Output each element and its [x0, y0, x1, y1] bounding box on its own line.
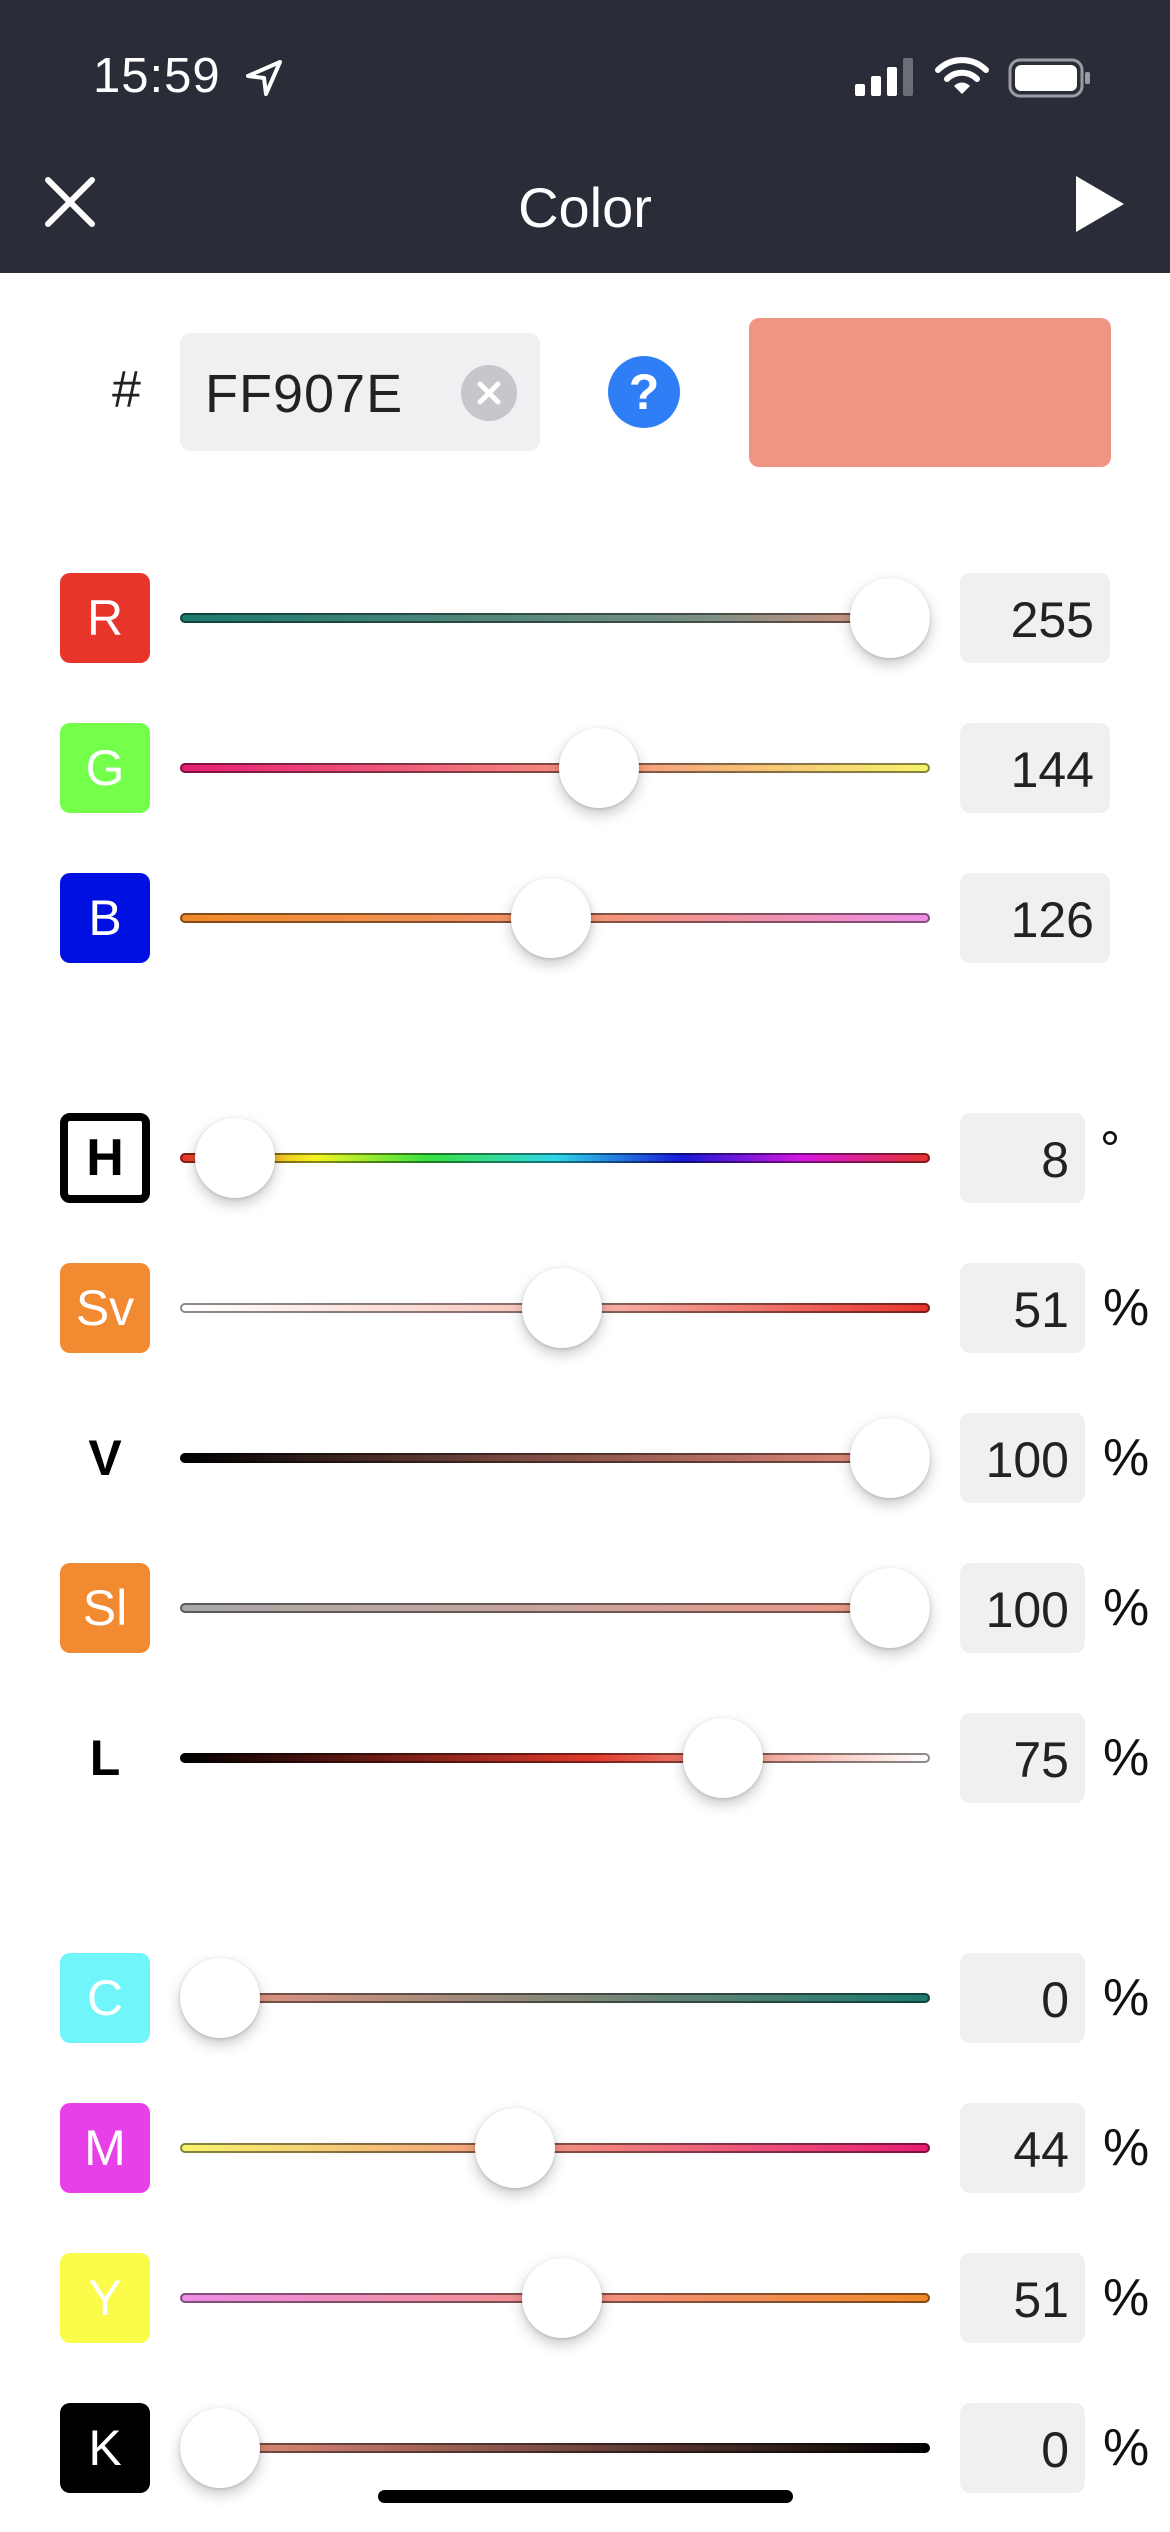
slider-track-sl[interactable] — [180, 1603, 930, 1613]
value-text-l[interactable]: 75 — [1013, 1731, 1069, 1789]
channel-badge-g: G — [60, 723, 150, 813]
value-text-v[interactable]: 100 — [986, 1431, 1069, 1489]
slider-thumb-c[interactable] — [180, 1958, 260, 2038]
value-field-h[interactable]: 8 — [960, 1113, 1085, 1203]
value-field-g[interactable]: 144 — [960, 723, 1110, 813]
unit-label-k: % — [1103, 2419, 1150, 2477]
slider-thumb-b[interactable] — [510, 878, 591, 958]
value-field-sl[interactable]: 100 — [960, 1563, 1085, 1653]
help-button[interactable]: ? — [608, 356, 680, 428]
value-field-b[interactable]: 126 — [960, 873, 1110, 963]
slider-thumb-m[interactable] — [474, 2108, 555, 2188]
home-indicator — [378, 2490, 793, 2503]
slider-track-c[interactable] — [180, 1993, 930, 2003]
slider-track-h[interactable] — [180, 1153, 930, 1163]
slider-thumb-y[interactable] — [521, 2258, 602, 2338]
channel-badge-v: V — [88, 1430, 122, 1486]
clear-icon[interactable] — [461, 365, 517, 421]
slider-thumb-sv[interactable] — [521, 1268, 602, 1348]
slider-track-k[interactable] — [180, 2443, 930, 2453]
cellular-signal-icon — [855, 58, 913, 96]
color-swatch — [749, 318, 1111, 467]
slider-thumb-sl[interactable] — [850, 1568, 930, 1648]
channel-badge-m: M — [60, 2103, 150, 2193]
slider-thumb-r[interactable] — [850, 578, 930, 658]
value-field-sv[interactable]: 51 — [960, 1263, 1085, 1353]
value-text-h[interactable]: 8 — [1041, 1131, 1069, 1189]
slider-thumb-v[interactable] — [850, 1418, 930, 1498]
unit-label-v: % — [1103, 1429, 1150, 1487]
channel-badge-y: Y — [60, 2253, 150, 2343]
hex-input[interactable]: FF907E — [180, 333, 540, 451]
channel-badge-k: K — [60, 2403, 150, 2493]
unit-label-sv: % — [1103, 1279, 1150, 1337]
location-arrow-icon — [246, 60, 282, 96]
value-text-k[interactable]: 0 — [1041, 2421, 1069, 2479]
value-field-v[interactable]: 100 — [960, 1413, 1085, 1503]
wifi-icon — [935, 57, 989, 94]
slider-thumb-l[interactable] — [682, 1718, 763, 1798]
slider-track-g[interactable] — [180, 763, 930, 773]
slider-track-l[interactable] — [180, 1753, 930, 1763]
value-field-c[interactable]: 0 — [960, 1953, 1085, 2043]
value-field-m[interactable]: 44 — [960, 2103, 1085, 2193]
channel-badge-h: H — [60, 1113, 150, 1203]
value-field-k[interactable]: 0 — [960, 2403, 1085, 2493]
channel-badge-l: L — [89, 1730, 121, 1786]
value-text-c[interactable]: 0 — [1041, 1971, 1069, 2029]
unit-label-c: % — [1103, 1969, 1150, 2027]
value-text-r[interactable]: 255 — [1011, 591, 1094, 649]
value-text-b[interactable]: 126 — [1011, 891, 1094, 949]
unit-label-l: % — [1103, 1729, 1150, 1787]
slider-track-m[interactable] — [180, 2143, 930, 2153]
channel-badge-c: C — [60, 1953, 150, 2043]
unit-label-m: % — [1103, 2119, 1150, 2177]
value-field-r[interactable]: 255 — [960, 573, 1110, 663]
hex-prefix: # — [112, 361, 141, 419]
unit-label-y: % — [1103, 2269, 1150, 2327]
value-field-l[interactable]: 75 — [960, 1713, 1085, 1803]
channel-badge-sv: Sv — [60, 1263, 150, 1353]
play-button[interactable] — [1068, 172, 1128, 236]
value-text-m[interactable]: 44 — [1013, 2121, 1069, 2179]
channel-badge-b: B — [60, 873, 150, 963]
unit-label-h: ° — [1100, 1121, 1120, 1177]
channel-badge-r: R — [60, 573, 150, 663]
hex-value[interactable]: FF907E — [205, 363, 403, 425]
slider-track-r[interactable] — [180, 613, 930, 623]
value-text-sl[interactable]: 100 — [986, 1581, 1069, 1639]
channel-badge-sl: Sl — [60, 1563, 150, 1653]
slider-track-v[interactable] — [180, 1453, 930, 1463]
battery-icon — [1008, 58, 1090, 98]
app-header: 15:59 Color — [0, 0, 1170, 273]
value-text-g[interactable]: 144 — [1011, 741, 1094, 799]
slider-thumb-k[interactable] — [180, 2408, 260, 2488]
value-field-y[interactable]: 51 — [960, 2253, 1085, 2343]
slider-thumb-g[interactable] — [558, 728, 639, 808]
value-text-sv[interactable]: 51 — [1013, 1281, 1069, 1339]
page-title: Color — [518, 176, 652, 239]
status-time: 15:59 — [93, 49, 221, 103]
slider-thumb-h[interactable] — [194, 1118, 275, 1198]
value-text-y[interactable]: 51 — [1013, 2271, 1069, 2329]
unit-label-sl: % — [1103, 1579, 1150, 1637]
